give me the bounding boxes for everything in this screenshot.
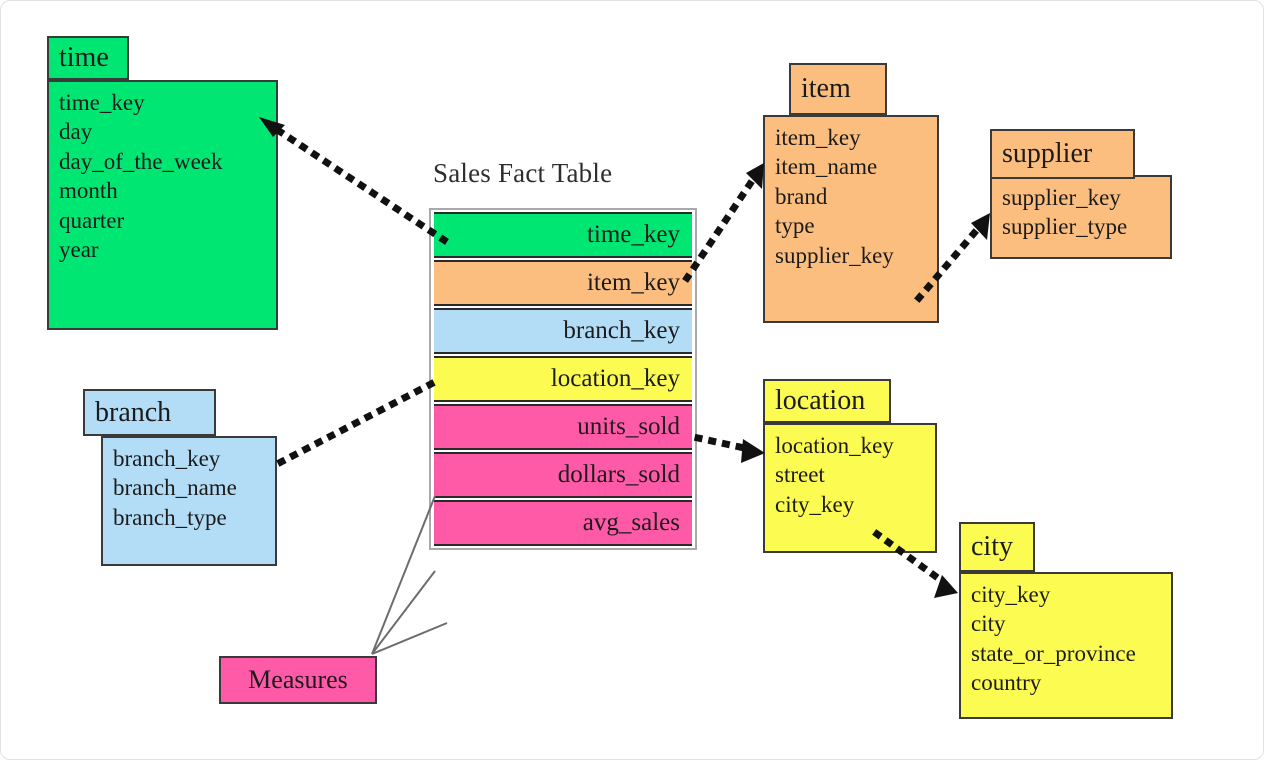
fact-row: branch_key [434, 308, 692, 354]
location-table-name: location [775, 385, 866, 416]
fact-row: avg_sales [434, 500, 692, 546]
city-field: city [971, 611, 1006, 637]
item-field: brand [775, 183, 828, 209]
fact-row-label: branch_key [563, 317, 680, 344]
city-table-body: city_key city state_or_province country [959, 572, 1173, 719]
fact-row-label: time_key [586, 221, 680, 248]
measures-box: Measures [219, 656, 377, 704]
measure-leader-dollars-sold [371, 570, 436, 655]
fact-row: item_key [434, 260, 692, 306]
item-table-header: item [789, 63, 887, 115]
fact-row: time_key [434, 212, 692, 258]
city-field: state_or_province [971, 640, 1136, 666]
arrowhead-item [746, 163, 764, 189]
branch-table-header: branch [83, 389, 216, 436]
item-table-name: item [801, 73, 851, 104]
time-field: quarter [59, 207, 125, 233]
measures-label: Measures [248, 665, 348, 694]
item-field: supplier_key [775, 242, 894, 268]
arrowhead-supplier [971, 213, 990, 240]
time-field: year [59, 237, 99, 263]
fact-row-label: dollars_sold [557, 461, 680, 488]
time-table-header: time [47, 36, 129, 80]
item-table-body: item_key item_name brand type supplier_k… [763, 115, 939, 323]
item-field: item_name [775, 154, 878, 180]
location-field: city_key [775, 491, 855, 517]
fact-table: time_key item_key branch_key location_ke… [429, 208, 697, 550]
time-field: month [59, 178, 118, 204]
branch-field: branch_key [113, 446, 221, 471]
branch-field: branch_name [113, 475, 237, 501]
time-field: time_key [59, 90, 145, 115]
fact-row: units_sold [434, 404, 692, 450]
location-field: location_key [775, 433, 894, 458]
supplier-table-header: supplier [990, 129, 1135, 179]
time-field: day_of_the_week [59, 148, 223, 174]
fact-row: location_key [434, 356, 692, 402]
arrowhead-location [741, 439, 765, 463]
supplier-table-body: supplier_key supplier_type [990, 175, 1172, 259]
city-table-name: city [971, 531, 1013, 562]
branch-table-name: branch [95, 396, 172, 428]
fact-row-label: item_key [586, 269, 680, 296]
link-fact-to-item [682, 170, 761, 283]
location-field: street [775, 462, 825, 488]
time-field: day [59, 119, 93, 145]
arrowhead-city [934, 575, 958, 598]
fact-row: dollars_sold [434, 452, 692, 498]
supplier-field: supplier_key [1002, 185, 1121, 210]
link-fact-to-time [268, 122, 449, 245]
fact-row-label: units_sold [577, 413, 680, 440]
branch-field: branch_type [113, 504, 227, 530]
branch-table-body: branch_key branch_name branch_type [101, 436, 277, 566]
item-field: item_key [775, 125, 861, 150]
location-table-header: location [763, 379, 891, 423]
location-table-body: location_key street city_key [763, 423, 937, 553]
measure-leader-avg-sales [371, 622, 448, 655]
link-fact-to-location [693, 433, 754, 454]
fact-row-label: avg_sales [582, 509, 680, 536]
time-table-name: time [59, 42, 109, 73]
item-field: type [775, 213, 815, 239]
city-field: city_key [971, 582, 1051, 607]
supplier-field: supplier_type [1002, 214, 1128, 240]
city-table-header: city [959, 522, 1035, 572]
city-field: country [971, 670, 1042, 696]
fact-row-label: location_key [550, 365, 680, 392]
measure-leader-units-sold [371, 495, 436, 655]
fact-table-title: Sales Fact Table [433, 158, 613, 188]
link-branch-to-fact [276, 379, 436, 467]
supplier-table-name: supplier [1002, 138, 1093, 169]
time-table-body: time_key day day_of_the_week month quart… [47, 80, 278, 330]
schema-diagram-canvas: time time_key day day_of_the_week month … [0, 0, 1264, 760]
